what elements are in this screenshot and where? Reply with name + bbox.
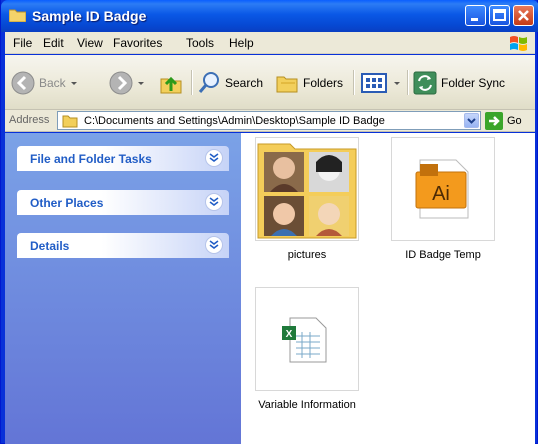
address-bar: Address C:\Documents and Settings\Admin\… bbox=[5, 110, 535, 132]
panel-label: Details bbox=[30, 239, 70, 253]
toolbar: Back Search Folders Folder Sync bbox=[5, 55, 535, 110]
address-label: Address bbox=[9, 114, 50, 126]
search-icon bbox=[198, 72, 219, 93]
folders-button[interactable]: Folders bbox=[275, 68, 343, 98]
panel-label: File and Folder Tasks bbox=[30, 152, 152, 166]
double-chevron-down-icon bbox=[209, 240, 219, 249]
minimize-button[interactable] bbox=[465, 5, 486, 26]
folder-with-photos-icon bbox=[257, 143, 357, 239]
panel-other-places[interactable]: Other Places bbox=[17, 190, 229, 215]
views-dropdown-icon[interactable] bbox=[394, 81, 400, 85]
forward-arrow-icon bbox=[109, 71, 133, 95]
up-folder-icon bbox=[160, 76, 182, 94]
folder-sync-button[interactable]: Folder Sync bbox=[413, 68, 505, 98]
forward-button[interactable] bbox=[109, 68, 144, 98]
chevron-down-icon bbox=[467, 118, 476, 124]
menu-view[interactable]: View bbox=[77, 36, 103, 50]
address-dropdown-button[interactable] bbox=[464, 113, 479, 128]
back-dropdown-icon[interactable] bbox=[70, 81, 77, 85]
toolbar-separator bbox=[407, 70, 408, 95]
svg-text:X: X bbox=[286, 329, 293, 340]
expand-chevron-button[interactable] bbox=[205, 193, 223, 211]
window-title: Sample ID Badge bbox=[32, 8, 147, 24]
menu-help[interactable]: Help bbox=[229, 36, 254, 50]
menu-edit[interactable]: Edit bbox=[43, 36, 64, 50]
menu-bar: File Edit View Favorites Tools Help bbox=[5, 32, 535, 54]
title-bar[interactable]: Sample ID Badge bbox=[1, 0, 538, 32]
thumbnail: Ai bbox=[391, 137, 495, 241]
menu-file[interactable]: File bbox=[13, 36, 32, 50]
forward-dropdown-icon[interactable] bbox=[138, 81, 144, 85]
panel-details[interactable]: Details bbox=[17, 233, 229, 258]
close-button[interactable] bbox=[513, 5, 534, 26]
folder-sync-icon bbox=[413, 71, 437, 95]
thumbnail bbox=[255, 137, 359, 241]
thumbnail: X bbox=[255, 287, 359, 391]
views-button[interactable] bbox=[361, 68, 400, 98]
close-icon bbox=[518, 10, 529, 21]
folder-sync-label: Folder Sync bbox=[441, 76, 506, 90]
menu-favorites[interactable]: Favorites bbox=[113, 36, 162, 50]
search-button[interactable]: Search bbox=[197, 68, 263, 98]
svg-text:Ai: Ai bbox=[432, 183, 450, 205]
illustrator-ai-file-icon: Ai bbox=[415, 159, 469, 219]
maximize-icon bbox=[493, 9, 506, 21]
double-chevron-down-icon bbox=[209, 197, 219, 206]
go-arrow-icon bbox=[485, 112, 503, 130]
windows-logo-icon bbox=[510, 36, 527, 51]
expand-chevron-button[interactable] bbox=[205, 149, 223, 167]
expand-chevron-button[interactable] bbox=[205, 236, 223, 254]
minimize-icon bbox=[471, 18, 478, 21]
folder-icon bbox=[9, 9, 26, 22]
panel-label: Other Places bbox=[30, 196, 104, 210]
folder-icon bbox=[62, 115, 78, 128]
address-input[interactable]: C:\Documents and Settings\Admin\Desktop\… bbox=[57, 111, 481, 130]
folders-icon bbox=[276, 76, 298, 93]
go-label: Go bbox=[507, 115, 522, 127]
panel-file-and-folder-tasks[interactable]: File and Folder Tasks bbox=[17, 146, 229, 171]
file-name: Variable Information bbox=[258, 399, 356, 411]
toolbar-separator bbox=[191, 70, 192, 95]
task-pane: File and Folder Tasks Other Places Detai… bbox=[5, 133, 241, 444]
double-chevron-down-icon bbox=[209, 153, 219, 162]
back-arrow-icon bbox=[11, 71, 35, 95]
address-value: C:\Documents and Settings\Admin\Desktop\… bbox=[84, 115, 385, 127]
file-list-area: pictures Ai ID Badge Temp X Variable Inf… bbox=[241, 133, 535, 444]
up-folder-button[interactable] bbox=[159, 68, 183, 98]
toolbar-separator bbox=[353, 70, 354, 95]
search-label: Search bbox=[225, 76, 264, 90]
explorer-window: Sample ID Badge File Edit View Favorites… bbox=[0, 0, 538, 444]
file-name: pictures bbox=[287, 249, 327, 261]
views-icon bbox=[361, 73, 387, 93]
go-button[interactable]: Go bbox=[485, 112, 522, 130]
menu-tools[interactable]: Tools bbox=[186, 36, 214, 50]
maximize-button[interactable] bbox=[489, 5, 510, 26]
back-label: Back bbox=[39, 76, 66, 90]
back-button[interactable]: Back bbox=[11, 68, 77, 98]
excel-csv-file-icon: X bbox=[282, 317, 327, 363]
folders-label: Folders bbox=[303, 76, 344, 90]
file-name: ID Badge Temp bbox=[405, 249, 481, 261]
